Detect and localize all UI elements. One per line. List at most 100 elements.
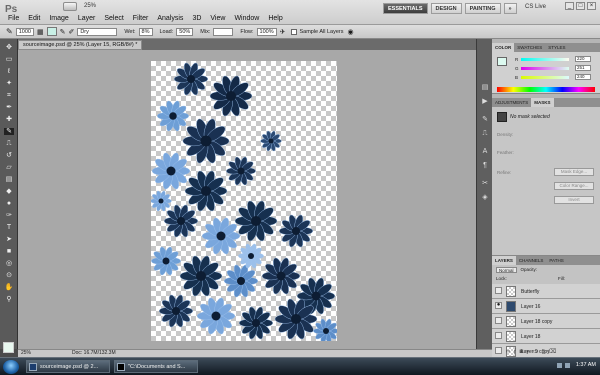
- tools-preset-icon[interactable]: ✂: [480, 179, 490, 188]
- green-value-field[interactable]: 251: [575, 65, 591, 71]
- menu-filter[interactable]: Filter: [133, 15, 149, 22]
- 3d-rotate-tool-icon[interactable]: ◎: [4, 260, 14, 267]
- volume-icon[interactable]: [565, 363, 570, 368]
- clone-stamp-tool-icon[interactable]: ⎍: [4, 140, 14, 147]
- tab-swatches[interactable]: SWATCHES: [514, 43, 545, 52]
- trash-icon[interactable]: ⌫: [548, 349, 559, 355]
- marquee-tool-icon[interactable]: ▭: [4, 56, 14, 63]
- hand-tool-icon[interactable]: ✋: [4, 284, 14, 291]
- tab-paths[interactable]: PATHS: [546, 256, 566, 265]
- layer-row[interactable]: Layer 18 copy: [492, 314, 600, 329]
- menu-edit[interactable]: Edit: [28, 15, 40, 22]
- layer-row[interactable]: Layer 18: [492, 329, 600, 344]
- brush-size-field[interactable]: 1000: [15, 27, 34, 36]
- lasso-tool-icon[interactable]: ℓ: [4, 68, 14, 75]
- taskbar-item-photoshop[interactable]: sourceimage.psd @ 2...: [26, 360, 110, 373]
- dodge-tool-icon[interactable]: ●: [4, 200, 14, 207]
- close-icon[interactable]: ×: [587, 2, 596, 10]
- tablet-pressure-icon[interactable]: ◉: [348, 28, 354, 36]
- brush-tool-icon[interactable]: ✎: [4, 128, 14, 135]
- color-preview-swatch[interactable]: [497, 57, 507, 66]
- workspace-design[interactable]: DESIGN: [430, 3, 462, 14]
- bridge-icon[interactable]: [63, 2, 77, 11]
- layer-row[interactable]: Butterfly: [492, 284, 600, 299]
- flow-field[interactable]: 100%: [256, 27, 277, 36]
- visibility-toggle[interactable]: [495, 287, 502, 294]
- cs-live[interactable]: CS Live: [525, 4, 546, 10]
- visibility-toggle[interactable]: [495, 317, 502, 324]
- status-zoom[interactable]: 25%: [21, 350, 31, 357]
- shape-tool-icon[interactable]: ■: [4, 248, 14, 255]
- actions-panel-icon[interactable]: ▶: [480, 97, 490, 106]
- mix-field[interactable]: [213, 27, 234, 36]
- eye-icon[interactable]: ●: [495, 302, 502, 309]
- foreground-color-swatch[interactable]: [3, 342, 14, 353]
- zoom-tool-icon[interactable]: ⚲: [4, 296, 14, 303]
- mixer-brush-icon[interactable]: ✎: [6, 27, 13, 36]
- network-icon[interactable]: [557, 363, 562, 368]
- maximize-icon[interactable]: □: [576, 2, 585, 10]
- group-icon[interactable]: ▭: [533, 349, 542, 355]
- zoom-level[interactable]: 25%: [84, 3, 96, 9]
- crop-tool-icon[interactable]: ⌗: [4, 92, 14, 99]
- menu-select[interactable]: Select: [104, 15, 123, 22]
- move-tool-icon[interactable]: ✥: [4, 44, 14, 51]
- red-slider[interactable]: R 220: [515, 56, 595, 62]
- workspace-painting[interactable]: PAINTING: [464, 3, 501, 14]
- canvas-area[interactable]: [18, 50, 492, 349]
- visibility-toggle[interactable]: [495, 347, 502, 354]
- blue-slider[interactable]: B 240: [515, 74, 595, 80]
- menu-view[interactable]: View: [210, 15, 225, 22]
- pen-tool-icon[interactable]: ✑: [4, 212, 14, 219]
- tab-channels[interactable]: CHANNELS: [516, 256, 547, 265]
- blend-mode-select[interactable]: Normal: [496, 267, 517, 273]
- green-gradient[interactable]: [521, 67, 569, 70]
- color-range-button[interactable]: Color Range...: [554, 182, 594, 190]
- sample-all-layers-checkbox[interactable]: [291, 28, 298, 35]
- document-canvas[interactable]: [151, 61, 337, 341]
- start-button-icon[interactable]: [3, 360, 19, 374]
- paragraph-panel-icon[interactable]: ¶: [480, 161, 490, 170]
- character-panel-icon[interactable]: A: [480, 147, 490, 156]
- red-gradient[interactable]: [521, 58, 569, 61]
- clone-source-icon[interactable]: ⎍: [480, 129, 490, 138]
- healing-tool-icon[interactable]: ✚: [4, 116, 14, 123]
- clean-brush-icon[interactable]: ✐: [68, 28, 74, 36]
- tab-styles[interactable]: STYLES: [545, 43, 568, 52]
- document-tab[interactable]: sourceimage.psd @ 25% (Layer 15, RGB/8#)…: [18, 40, 143, 50]
- blue-gradient[interactable]: [521, 76, 569, 79]
- layer-row[interactable]: ● Layer 16: [492, 299, 600, 314]
- tab-adjustments[interactable]: ADJUSTMENTS: [492, 98, 531, 107]
- 3d-orbit-tool-icon[interactable]: ⊙: [4, 272, 14, 279]
- adjustment-layer-icon[interactable]: ◐: [526, 349, 533, 355]
- visibility-toggle[interactable]: [495, 332, 502, 339]
- tab-masks[interactable]: MASKS: [531, 98, 554, 107]
- green-slider[interactable]: G 251: [515, 65, 595, 71]
- blue-value-field[interactable]: 240: [575, 74, 591, 80]
- airbrush-icon[interactable]: ✈: [280, 28, 286, 36]
- 3d-panel-icon[interactable]: ◈: [480, 193, 490, 202]
- mask-edge-button[interactable]: Mask Edge...: [554, 168, 594, 176]
- load-field[interactable]: 50%: [176, 27, 194, 36]
- invert-button[interactable]: Invert: [554, 196, 594, 204]
- menu-image[interactable]: Image: [49, 15, 68, 22]
- menu-analysis[interactable]: Analysis: [157, 15, 183, 22]
- brush-panel-icon[interactable]: ▦: [37, 28, 44, 36]
- quick-select-tool-icon[interactable]: ✦: [4, 80, 14, 87]
- brush-panel-icon[interactable]: ✎: [480, 115, 490, 124]
- path-select-tool-icon[interactable]: ➤: [4, 236, 14, 243]
- current-brush-swatch[interactable]: [46, 27, 57, 36]
- eraser-tool-icon[interactable]: ▱: [4, 164, 14, 171]
- menu-window[interactable]: Window: [234, 15, 259, 22]
- gradient-tool-icon[interactable]: ▤: [4, 176, 14, 183]
- menu-layer[interactable]: Layer: [78, 15, 96, 22]
- blur-tool-icon[interactable]: ◆: [4, 188, 14, 195]
- menu-help[interactable]: Help: [268, 15, 282, 22]
- workspace-essentials[interactable]: ESSENTIALS: [383, 3, 428, 14]
- eyedropper-tool-icon[interactable]: ✒: [4, 104, 14, 111]
- history-brush-tool-icon[interactable]: ↺: [4, 152, 14, 159]
- menu-file[interactable]: File: [8, 15, 19, 22]
- taskbar-item-explorer[interactable]: "C:\Documents and S...: [114, 360, 198, 373]
- history-panel-icon[interactable]: ▤: [480, 83, 490, 92]
- load-brush-icon[interactable]: ✎: [60, 28, 66, 36]
